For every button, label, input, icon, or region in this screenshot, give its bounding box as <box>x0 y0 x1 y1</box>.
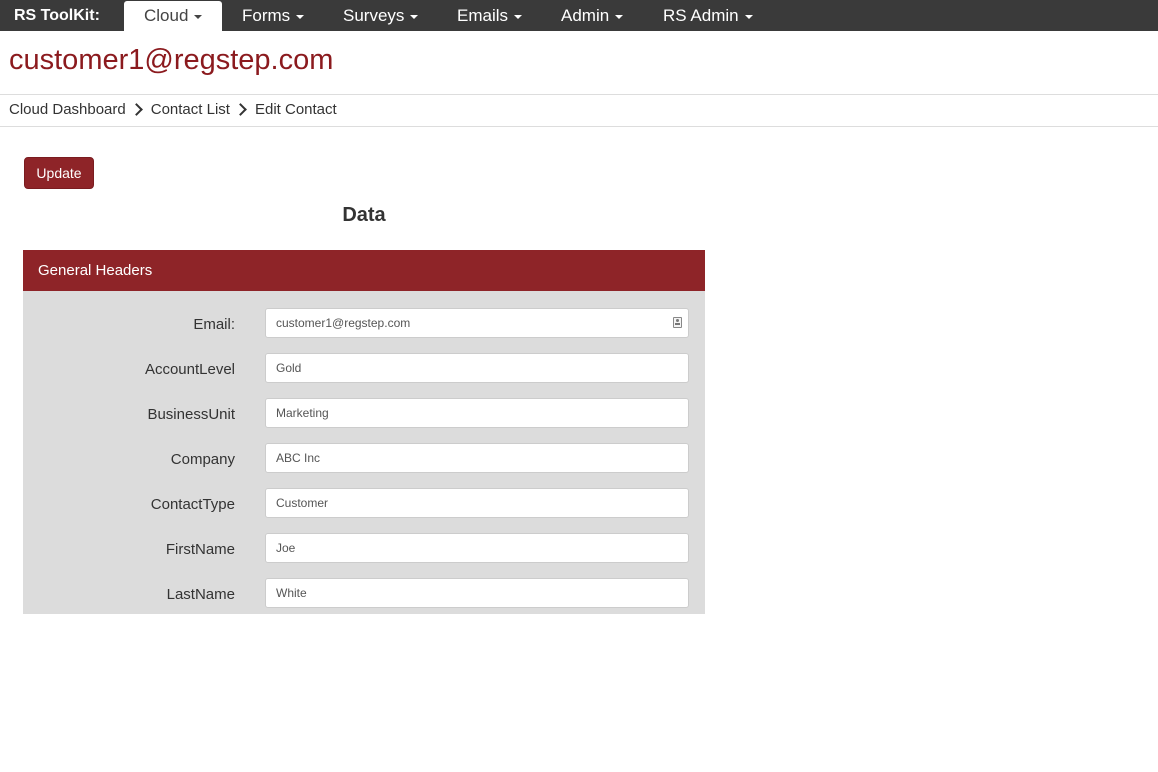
nav-surveys[interactable]: Surveys <box>323 0 438 31</box>
businessunit-label: BusinessUnit <box>147 406 235 423</box>
email-label: Email: <box>193 316 235 333</box>
divider <box>0 126 1158 127</box>
firstname-field[interactable] <box>265 533 689 563</box>
contact-card-icon[interactable] <box>673 317 682 328</box>
company-field[interactable] <box>265 443 689 473</box>
caret-down-icon <box>744 14 753 19</box>
form-row-businessunit: BusinessUnit <box>23 398 705 428</box>
accountlevel-label: AccountLevel <box>144 361 235 378</box>
divider <box>0 94 1158 95</box>
nav-forms-label: Forms <box>242 6 291 25</box>
form-row-accountlevel: AccountLevel <box>23 353 705 383</box>
caret-down-icon <box>296 14 305 19</box>
chevron-right-icon <box>129 103 143 116</box>
nav-cloud[interactable]: Cloud <box>124 1 222 31</box>
firstname-label: FirstName <box>165 541 235 558</box>
nav-forms[interactable]: Forms <box>222 0 324 31</box>
page-title: customer1@regstep.com <box>9 44 334 76</box>
nav-admin[interactable]: Admin <box>541 0 643 31</box>
form-row-lastname: LastName <box>23 578 705 608</box>
contacttype-field[interactable] <box>265 488 689 518</box>
nav-emails-label: Emails <box>457 6 509 25</box>
form-row-contacttype: ContactType <box>23 488 705 518</box>
form-row-firstname: FirstName <box>23 533 705 563</box>
company-label: Company <box>170 451 235 468</box>
email-field[interactable] <box>265 308 689 338</box>
nav-admin-label: Admin <box>561 6 610 25</box>
breadcrumb-contact-list[interactable]: Contact List <box>151 101 230 118</box>
lastname-label: LastName <box>166 586 235 603</box>
nav-cloud-label: Cloud <box>144 6 189 25</box>
breadcrumb-edit-contact: Edit Contact <box>254 101 337 118</box>
businessunit-field[interactable] <box>265 398 689 428</box>
form-row-company: Company <box>23 443 705 473</box>
accountlevel-field[interactable] <box>265 353 689 383</box>
section-title: Data <box>342 204 386 226</box>
nav-emails[interactable]: Emails <box>437 0 542 31</box>
caret-down-icon <box>514 14 523 19</box>
nav-surveys-label: Surveys <box>343 6 405 25</box>
chevron-right-icon <box>234 103 247 116</box>
nav-rs-admin-label: RS Admin <box>663 6 739 25</box>
update-button[interactable]: Update <box>24 157 94 189</box>
lastname-field[interactable] <box>265 578 689 608</box>
form-row-email: Email: <box>23 308 705 338</box>
nav-rs-admin[interactable]: RS Admin <box>643 0 773 31</box>
caret-down-icon <box>410 14 419 19</box>
breadcrumb: Cloud Dashboard Contact List Edit Contac… <box>9 101 337 118</box>
panel-heading: General Headers <box>23 250 705 291</box>
contacttype-label: ContactType <box>150 496 235 513</box>
caret-down-icon <box>194 14 203 19</box>
breadcrumb-cloud-dashboard[interactable]: Cloud Dashboard <box>9 101 126 118</box>
general-headers-panel: General Headers Email: AccountLevel Busi… <box>23 250 705 614</box>
top-navbar: RS ToolKit: Cloud Forms Surveys Emails A… <box>0 0 1158 31</box>
caret-down-icon <box>615 14 624 19</box>
brand-label: RS ToolKit: <box>14 7 100 24</box>
